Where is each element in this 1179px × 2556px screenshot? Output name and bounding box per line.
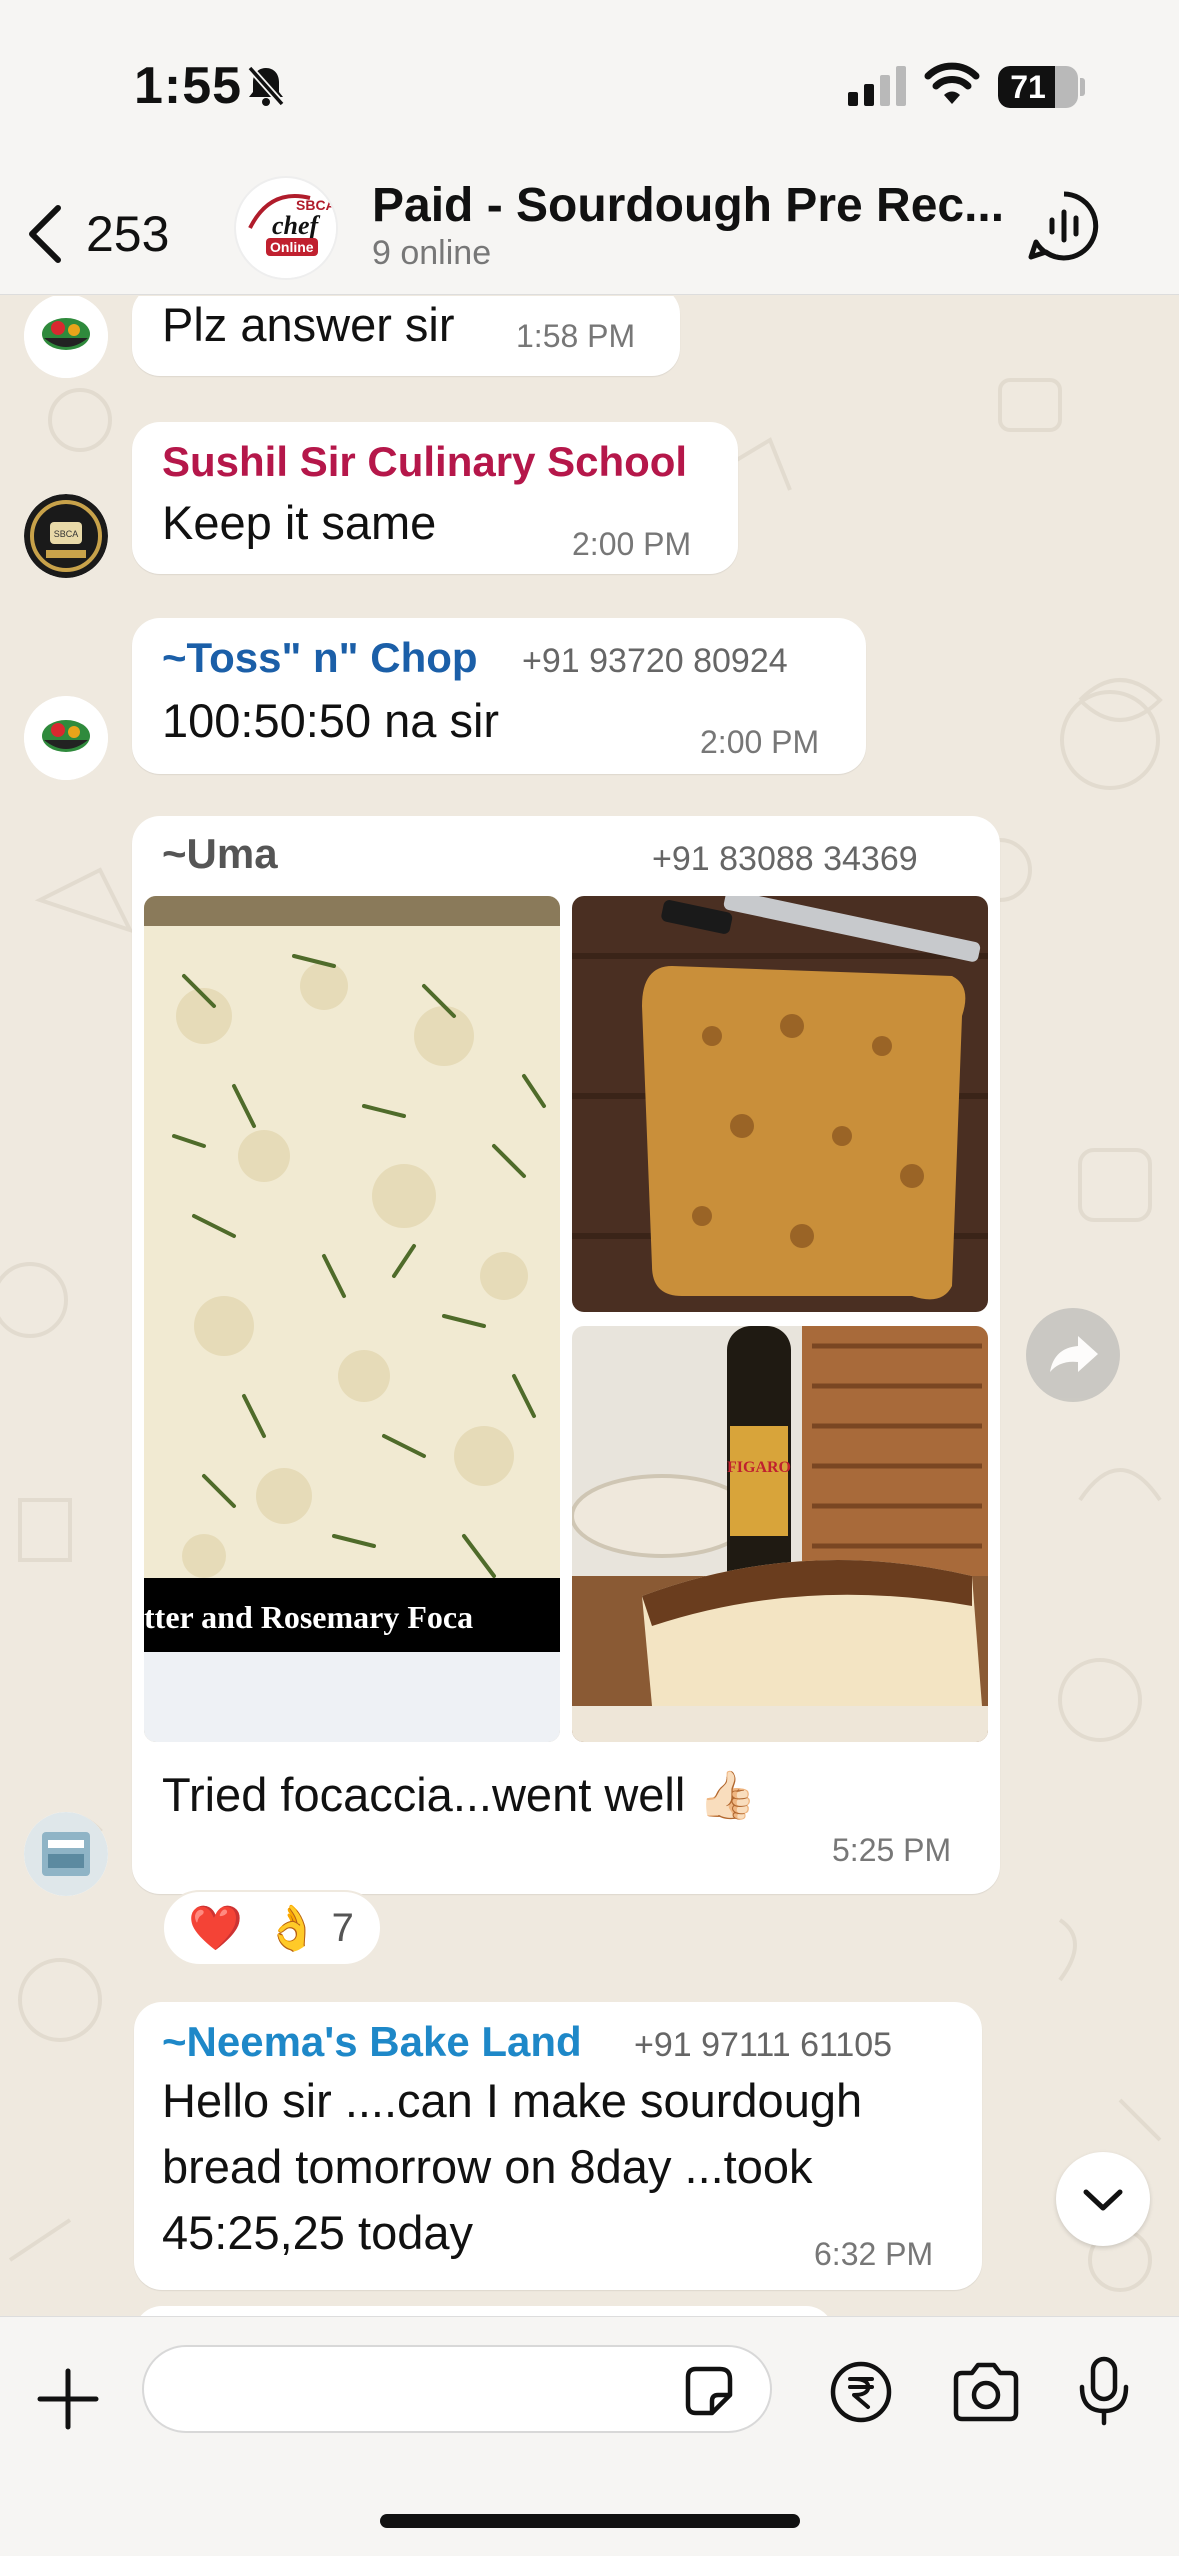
message-text-line: bread tomorrow on 8day ...took bbox=[162, 2140, 813, 2193]
rupee-icon[interactable] bbox=[830, 2361, 892, 2423]
bottle-label: FIGARO bbox=[727, 1459, 791, 1476]
message-text: Tried focaccia...went well 👍🏻 bbox=[162, 1768, 757, 1821]
message-time: 1:58 PM bbox=[516, 318, 636, 354]
message-bubble-partial[interactable] bbox=[134, 2306, 834, 2316]
message-text: Keep it same bbox=[162, 496, 437, 549]
unread-count: 253 bbox=[86, 206, 170, 262]
avatar-text-bottom: Online bbox=[270, 239, 314, 255]
message-time: 2:00 PM bbox=[572, 526, 692, 562]
wifi-icon bbox=[924, 62, 980, 104]
sender-phone: +91 83088 34369 bbox=[652, 840, 918, 878]
battery-nub bbox=[1080, 78, 1085, 96]
reaction-count: 7 bbox=[331, 1905, 354, 1950]
avatar-text-mid: chef bbox=[272, 211, 321, 240]
group-avatar[interactable]: SBCA chef Online bbox=[234, 176, 338, 280]
message-time: 6:32 PM bbox=[814, 2236, 934, 2272]
sender-phone: +91 93720 80924 bbox=[522, 642, 788, 680]
message-bubble[interactable]: ~Toss" n" Chop +91 93720 80924 100:50:50… bbox=[132, 618, 866, 774]
avatar-uma[interactable] bbox=[24, 1812, 108, 1896]
photo-focaccia-dough[interactable]: tter and Rosemary Foca bbox=[144, 896, 560, 1742]
battery-level: 71 bbox=[1010, 69, 1046, 105]
message-text: Plz answer sir bbox=[162, 298, 455, 351]
plus-icon[interactable] bbox=[36, 2367, 100, 2431]
group-title[interactable]: Paid - Sourdough Pre Rec... bbox=[372, 178, 1012, 233]
scroll-to-bottom-button[interactable] bbox=[1056, 2152, 1150, 2246]
message-time: 2:00 PM bbox=[700, 724, 820, 760]
avatar-text-sushil: SBCA bbox=[54, 529, 79, 539]
sender-name[interactable]: Sushil Sir Culinary School bbox=[162, 438, 687, 486]
group-online-count: 9 online bbox=[372, 234, 492, 272]
bell-off-icon bbox=[247, 65, 285, 107]
message-input[interactable] bbox=[142, 2345, 772, 2433]
camera-icon[interactable] bbox=[950, 2361, 1022, 2423]
message-bubble[interactable]: Sushil Sir Culinary School Keep it same … bbox=[132, 422, 738, 574]
photo-bread-bottle[interactable]: FIGARO bbox=[572, 1326, 988, 1742]
reaction-ok-icon: 👌 bbox=[264, 1904, 320, 1953]
sender-name[interactable]: ~Neema's Bake Land bbox=[162, 2018, 582, 2066]
forward-button[interactable] bbox=[1026, 1308, 1120, 1402]
message-list[interactable]: Plz answer sir 1:58 PM SBCA Sushil Sir C… bbox=[0, 296, 1179, 2316]
sender-name[interactable]: ~Toss" n" Chop bbox=[162, 634, 478, 682]
battery-icon: 71 bbox=[998, 66, 1078, 108]
message-text: 100:50:50 na sir bbox=[162, 694, 500, 747]
message-text-line: Hello sir ....can I make sourdough bbox=[162, 2074, 863, 2127]
back-chevron-icon bbox=[29, 205, 61, 263]
avatar-sushil-sir[interactable]: SBCA bbox=[24, 494, 108, 578]
photo-caption: tter and Rosemary Foca bbox=[144, 1599, 473, 1635]
photo-baked-focaccia[interactable] bbox=[572, 896, 988, 1312]
mic-icon[interactable] bbox=[1076, 2355, 1132, 2427]
message-bubble[interactable]: ~Uma +91 83088 34369 tter and Rosemary F… bbox=[132, 816, 1000, 1894]
reaction-heart-icon: ❤️ bbox=[188, 1904, 243, 1953]
message-text-line: 45:25,25 today bbox=[162, 2206, 473, 2259]
reaction-bar[interactable]: ❤️ 👌 7 bbox=[162, 1890, 382, 1966]
avatar-toss-n-chop[interactable] bbox=[24, 696, 108, 780]
voice-chat-icon[interactable] bbox=[1028, 190, 1100, 262]
message-time: 5:25 PM bbox=[832, 1832, 952, 1868]
message-bubble[interactable]: ~Neema's Bake Land +91 97111 61105 Hello… bbox=[134, 2002, 982, 2290]
status-time: 1:55 bbox=[134, 57, 243, 115]
signal-icon bbox=[848, 66, 906, 106]
forward-icon bbox=[1050, 1336, 1098, 1372]
status-bar: 1:55 71 bbox=[0, 0, 1179, 170]
back-button[interactable]: 253 bbox=[22, 194, 192, 274]
home-indicator[interactable] bbox=[380, 2514, 800, 2528]
sender-name[interactable]: ~Uma bbox=[162, 830, 278, 878]
chat-header: 253 SBCA chef Online Paid - Sourdough Pr… bbox=[0, 170, 1179, 295]
chevron-down-icon bbox=[1083, 2189, 1123, 2211]
message-bubble[interactable]: Plz answer sir 1:58 PM bbox=[132, 296, 680, 376]
avatar-toss-n-chop[interactable] bbox=[24, 296, 108, 378]
sender-phone: +91 97111 61105 bbox=[634, 2026, 893, 2064]
sticker-icon[interactable] bbox=[680, 2363, 736, 2419]
